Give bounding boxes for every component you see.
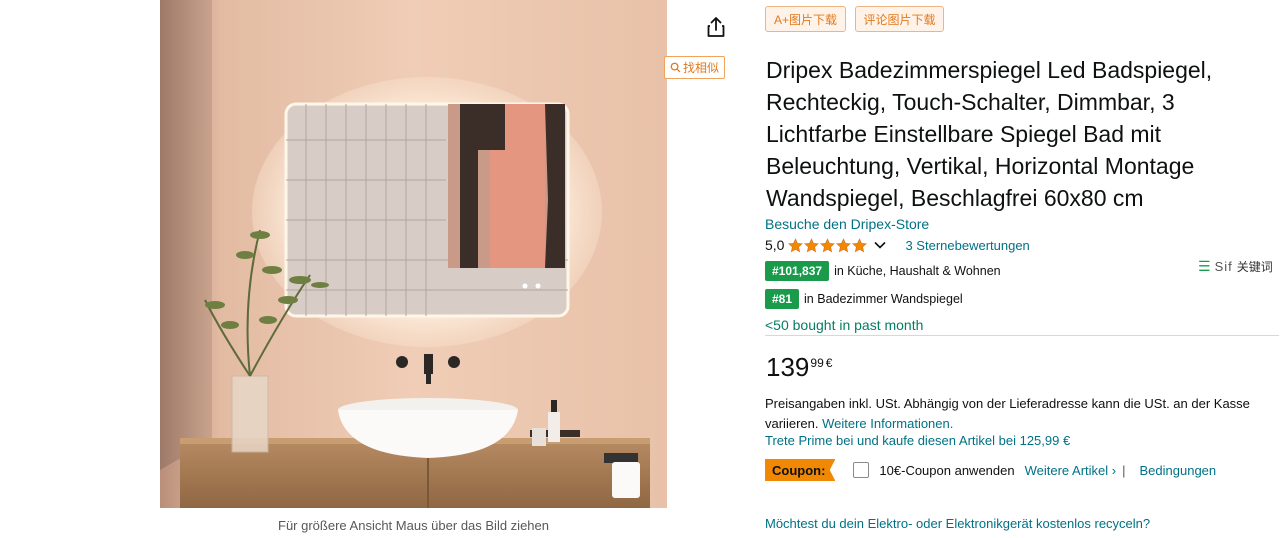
rank-badge: #101,837 [765,261,830,281]
coupon-terms-link[interactable]: Bedingungen [1140,463,1217,478]
aplus-image-download-button[interactable]: A+图片下载 [765,6,846,32]
rank-row-2: #81 in Badezimmer Wandspiegel [765,289,963,309]
star-icon [804,237,820,252]
rank-category: in Badezimmer Wandspiegel [804,292,963,306]
rank-category: in Küche, Haushalt & Wohnen [834,264,1001,278]
star-rating[interactable] [788,237,868,253]
coupon-more-items-link[interactable]: Weitere Artikel › [1025,463,1117,478]
find-similar-label: 找相似 [682,61,719,75]
price-whole: 139 [766,352,810,382]
sif-label: 关键词 [1236,260,1273,274]
rating-row: 5,0 3 Sternebewertungen [765,236,1030,254]
rating-value: 5,0 [765,237,785,253]
search-icon [670,62,681,73]
tax-info: Preisangaben inkl. USt. Abhängig von der… [765,394,1265,434]
reviews-link[interactable]: 3 Sternebewertungen [905,238,1029,253]
tax-more-link[interactable]: Weitere Informationen. [822,416,953,431]
recycle-link[interactable]: Möchtest du dein Elektro- oder Elektroni… [765,516,1150,531]
find-similar-button[interactable]: 找相似 [664,56,725,79]
sif-keyword-tool[interactable]: ☰ Sif 关键词 [1198,258,1273,275]
coupon-badge: Coupon: [765,459,836,481]
bought-count: <50 bought in past month [765,317,924,333]
review-image-download-button[interactable]: 评论图片下载 [855,6,944,32]
menu-lines-icon: ☰ [1198,258,1211,274]
chevron-down-icon[interactable] [873,238,887,252]
divider [765,335,1279,336]
star-icon [820,237,836,252]
rank-badge: #81 [765,289,800,309]
price: 139 99 € [766,352,832,382]
rank-row-1: #101,837 in Küche, Haushalt & Wohnen [765,261,1001,281]
coupon-label[interactable]: 10€-Coupon anwenden [879,463,1014,478]
star-icon [788,237,804,252]
sif-name: Sif [1214,259,1233,274]
star-icon [852,237,868,252]
prime-offer-link[interactable]: Trete Prime bei und kaufe diesen Artikel… [765,433,1070,448]
image-caption: Für größere Ansicht Maus über das Bild z… [278,518,549,533]
product-title: Dripex Badezimmerspiegel Led Badspiegel,… [766,57,1213,211]
price-currency: € [825,356,833,370]
star-icon [836,237,852,252]
share-icon[interactable] [704,15,728,39]
coupon-separator: | [1122,462,1126,478]
store-link[interactable]: Besuche den Dripex-Store [765,216,929,232]
coupon-row: Coupon: 10€-Coupon anwenden Weitere Arti… [765,459,1216,481]
coupon-checkbox[interactable] [853,462,870,478]
price-fraction: 99 [810,356,824,370]
product-image[interactable] [160,0,667,508]
